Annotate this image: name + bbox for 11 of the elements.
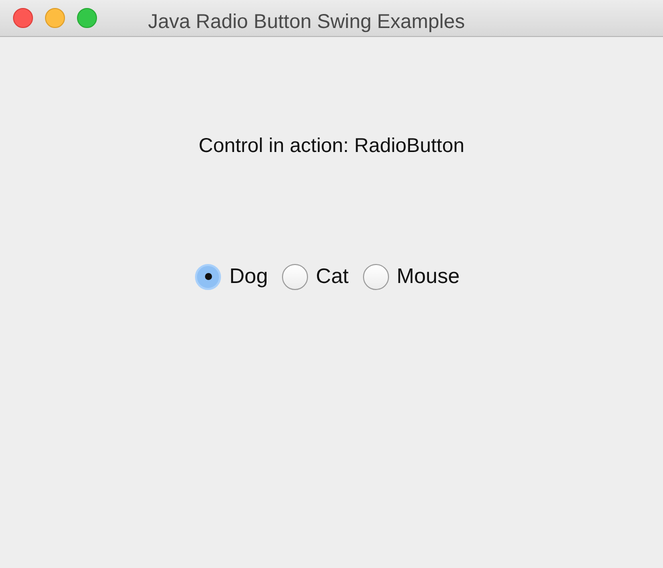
- radio-button[interactable]: Dog: [195, 261, 268, 292]
- radio-button[interactable]: Cat: [282, 261, 349, 292]
- radio-icon: [282, 264, 308, 290]
- radio-icon: [195, 264, 222, 290]
- minimize-button[interactable]: [45, 8, 65, 28]
- caption-label: Control in action: RadioButton: [198, 134, 464, 159]
- close-button[interactable]: [13, 8, 33, 28]
- radio-button[interactable]: Mouse: [362, 261, 460, 292]
- window-title: Java Radio Button Swing Examples: [148, 10, 465, 35]
- radio-icon: [362, 264, 389, 290]
- zoom-button[interactable]: [77, 8, 97, 28]
